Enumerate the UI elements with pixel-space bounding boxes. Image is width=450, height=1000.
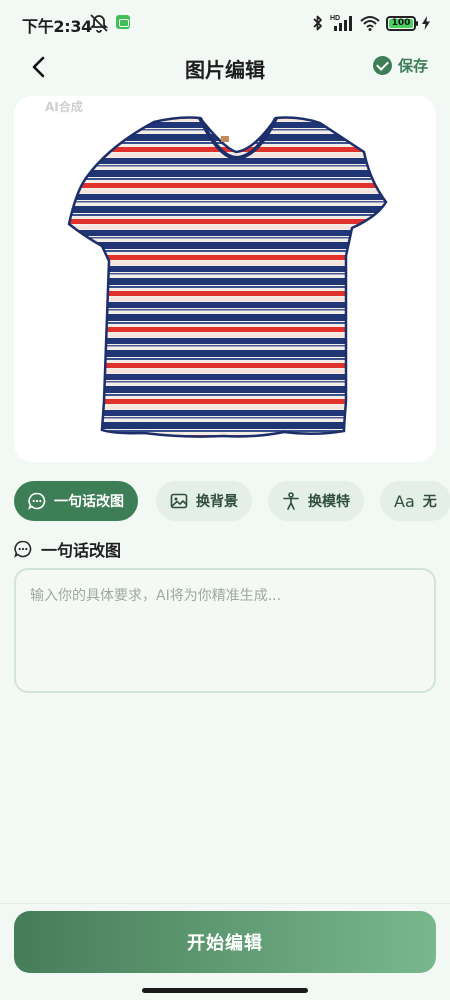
- striped-tshirt-image: [67, 116, 388, 438]
- save-label: 保存: [397, 57, 428, 75]
- wifi-icon: [360, 16, 380, 31]
- bottom-divider: [0, 903, 450, 904]
- tab-font[interactable]: Aa 无: [380, 481, 450, 521]
- ai-generated-badge: AI合成: [45, 100, 83, 114]
- person-icon: [283, 492, 299, 510]
- tab-label: 无: [422, 494, 437, 510]
- tab-label: 一句话改图: [54, 494, 124, 510]
- battery-level: 100: [389, 18, 413, 28]
- tab-change-background[interactable]: 换背景: [156, 481, 252, 521]
- save-button[interactable]: 保存: [372, 55, 428, 76]
- bluetooth-icon: [313, 15, 322, 31]
- status-bar: 下午2:34 HD 100: [0, 0, 450, 46]
- status-time: 下午2:34: [22, 17, 92, 36]
- chat-bubble-icon: [14, 540, 32, 558]
- image-icon: [170, 493, 188, 509]
- start-edit-button[interactable]: 开始编辑: [14, 911, 436, 973]
- edit-mode-tabs: 一句话改图 换背景 换模特 Aa 无: [14, 481, 450, 521]
- charging-icon: [422, 16, 430, 30]
- check-circle-icon: [372, 56, 392, 75]
- alarm-off-icon: [89, 14, 109, 33]
- prompt-container: [14, 568, 436, 693]
- chat-bubble-icon: [28, 492, 46, 510]
- section-heading: 一句话改图: [14, 537, 121, 561]
- prompt-input[interactable]: [16, 570, 434, 691]
- home-indicator[interactable]: [142, 988, 308, 993]
- font-icon: Aa: [394, 491, 415, 511]
- tab-label: 换模特: [308, 494, 350, 510]
- tab-one-sentence-edit[interactable]: 一句话改图: [14, 481, 138, 521]
- section-title: 一句话改图: [41, 541, 122, 560]
- status-indicators: HD 100: [312, 11, 430, 35]
- image-preview[interactable]: AI合成: [14, 96, 436, 462]
- battery-icon: 100: [386, 15, 418, 31]
- signal-icon: HD: [330, 15, 352, 31]
- network-type-label: HD: [330, 15, 340, 22]
- tab-change-model[interactable]: 换模特: [268, 481, 364, 521]
- tab-label: 换背景: [196, 494, 238, 510]
- app-notification-icon: [116, 15, 130, 29]
- header: 图片编辑 保存: [0, 46, 450, 88]
